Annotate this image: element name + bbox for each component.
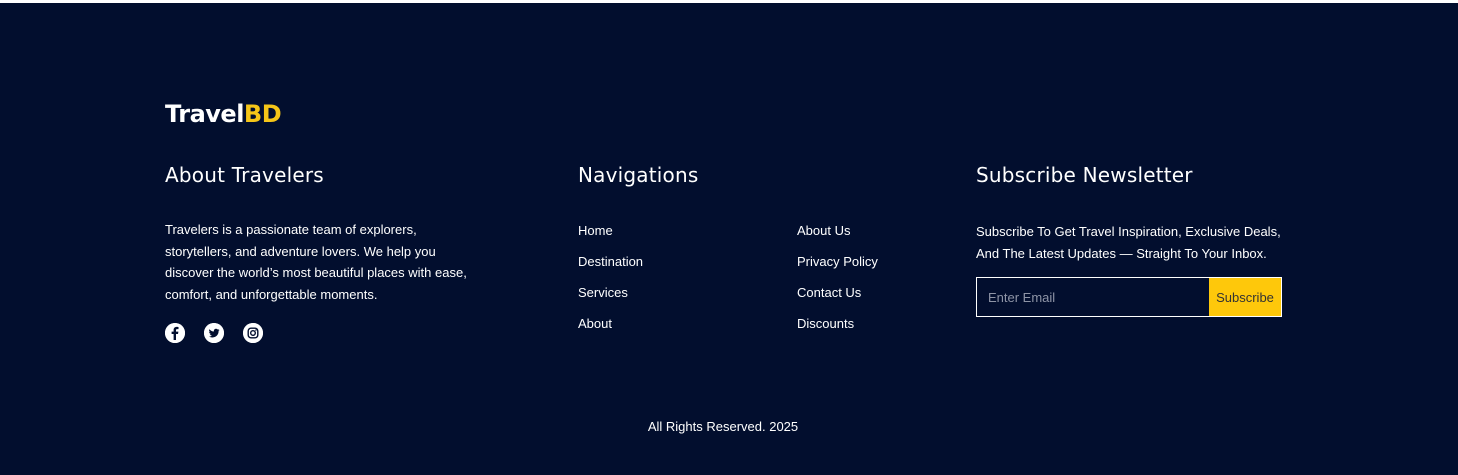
newsletter-title: Subscribe Newsletter bbox=[976, 163, 1193, 187]
nav-link-home[interactable]: Home bbox=[578, 223, 613, 238]
subscribe-button[interactable]: Subscribe bbox=[1209, 278, 1281, 316]
nav-item-contact-us: Contact Us bbox=[797, 281, 878, 312]
twitter-icon[interactable] bbox=[204, 323, 224, 343]
nav-link-contact-us[interactable]: Contact Us bbox=[797, 285, 861, 300]
nav-item-home: Home bbox=[578, 219, 643, 250]
about-title: About Travelers bbox=[165, 163, 324, 187]
newsletter-description: Subscribe To Get Travel Inspiration, Exc… bbox=[976, 224, 1281, 261]
copyright-text: All Rights Reserved. 2025 bbox=[647, 419, 799, 434]
nav-link-privacy-policy[interactable]: Privacy Policy bbox=[797, 254, 878, 269]
nav-item-services: Services bbox=[578, 281, 643, 312]
nav-item-about-us: About Us bbox=[797, 219, 878, 250]
navigations-title: Navigations bbox=[578, 163, 699, 187]
nav-link-destination[interactable]: Destination bbox=[578, 254, 643, 269]
logo-accent-text: BD bbox=[243, 100, 282, 128]
nav-link-about[interactable]: About bbox=[578, 316, 612, 331]
nav-link-services[interactable]: Services bbox=[578, 285, 628, 300]
site-footer: TravelBD About Travelers Travelers is a … bbox=[0, 3, 1458, 475]
nav-list-secondary: About Us Privacy Policy Contact Us Disco… bbox=[797, 219, 878, 343]
social-links bbox=[165, 323, 263, 343]
instagram-icon[interactable] bbox=[243, 323, 263, 343]
about-description: Travelers is a passionate team of explor… bbox=[165, 222, 467, 302]
nav-item-destination: Destination bbox=[578, 250, 643, 281]
logo[interactable]: TravelBD bbox=[165, 99, 282, 129]
nav-link-about-us[interactable]: About Us bbox=[797, 223, 850, 238]
nav-item-privacy-policy: Privacy Policy bbox=[797, 250, 878, 281]
nav-link-discounts[interactable]: Discounts bbox=[797, 316, 854, 331]
email-input[interactable] bbox=[977, 278, 1209, 316]
newsletter-form: Subscribe bbox=[976, 277, 1282, 317]
nav-list-primary: Home Destination Services About bbox=[578, 219, 643, 343]
logo-main-text: Travel bbox=[165, 100, 244, 128]
nav-item-about: About bbox=[578, 312, 643, 343]
facebook-icon[interactable] bbox=[165, 323, 185, 343]
nav-item-discounts: Discounts bbox=[797, 312, 878, 343]
